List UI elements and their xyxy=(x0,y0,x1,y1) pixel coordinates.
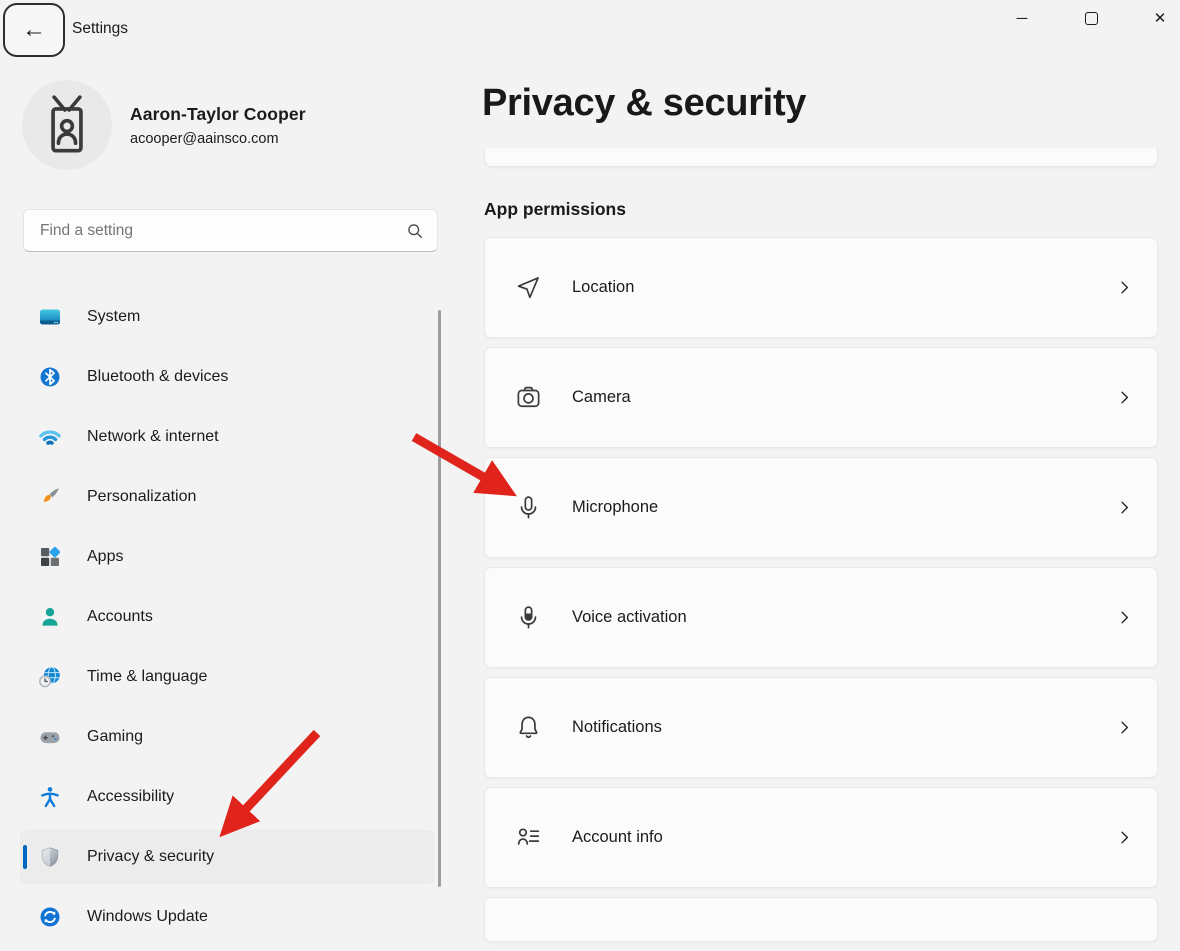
search-icon xyxy=(405,221,425,241)
close-button[interactable]: ✕ xyxy=(1140,0,1180,36)
permission-row-partial[interactable] xyxy=(484,897,1158,942)
avatar xyxy=(22,80,112,170)
clock-globe-icon xyxy=(38,665,62,689)
permission-row-account-info[interactable]: Account info xyxy=(484,787,1158,888)
close-icon: ✕ xyxy=(1154,9,1167,27)
sidebar-item-label: Accounts xyxy=(87,608,153,626)
back-arrow-icon: ← xyxy=(22,16,46,44)
chevron-right-icon xyxy=(1116,829,1133,846)
settings-nav: System Bluetooth & devices Network & int… xyxy=(20,290,435,950)
sidebar-item-system[interactable]: System xyxy=(20,290,435,344)
permission-row-location[interactable]: Location xyxy=(484,237,1158,338)
permission-row-camera[interactable]: Camera xyxy=(484,347,1158,448)
chevron-right-icon xyxy=(1116,279,1133,296)
sidebar-item-apps[interactable]: Apps xyxy=(20,530,435,584)
section-header-app-permissions: App permissions xyxy=(484,199,626,220)
sidebar-item-time-language[interactable]: Time & language xyxy=(20,650,435,704)
sidebar-item-label: Bluetooth & devices xyxy=(87,368,228,386)
sidebar-item-personalization[interactable]: Personalization xyxy=(20,470,435,524)
sidebar-item-bluetooth-devices[interactable]: Bluetooth & devices xyxy=(20,350,435,404)
paintbrush-icon xyxy=(38,485,62,509)
permission-row-microphone[interactable]: Microphone xyxy=(484,457,1158,558)
chevron-right-icon xyxy=(1116,499,1133,516)
permission-label: Account info xyxy=(572,828,663,847)
search-input[interactable] xyxy=(40,222,405,240)
accessibility-icon xyxy=(38,785,62,809)
window-title: Settings xyxy=(72,20,128,38)
chevron-right-icon xyxy=(1116,719,1133,736)
sidebar-item-network-internet[interactable]: Network & internet xyxy=(20,410,435,464)
sidebar-item-gaming[interactable]: Gaming xyxy=(20,710,435,764)
id-badge-icon xyxy=(42,95,92,155)
wifi-icon xyxy=(38,425,62,449)
sidebar-item-label: Network & internet xyxy=(87,428,219,446)
sidebar-scrollbar[interactable] xyxy=(438,310,441,887)
apps-icon xyxy=(38,545,62,569)
bell-icon xyxy=(515,714,542,741)
app-permissions-list: Location Camera xyxy=(484,237,1158,951)
voice-activation-icon xyxy=(515,604,542,631)
sidebar-item-label: Time & language xyxy=(87,668,207,686)
shield-icon xyxy=(38,845,62,869)
microphone-icon xyxy=(515,494,542,521)
camera-icon xyxy=(515,384,542,411)
sidebar-item-label: Windows Update xyxy=(87,908,208,926)
search-box[interactable] xyxy=(23,209,438,252)
permission-label: Location xyxy=(572,278,634,297)
person-icon xyxy=(38,605,62,629)
maximize-icon xyxy=(1085,12,1098,25)
permission-label: Voice activation xyxy=(572,608,687,627)
permission-row-voice-activation[interactable]: Voice activation xyxy=(484,567,1158,668)
user-email: acooper@aainsco.com xyxy=(130,131,306,147)
maximize-button[interactable] xyxy=(1071,0,1111,36)
system-icon xyxy=(38,305,62,329)
gamepad-icon xyxy=(38,725,62,749)
minimize-button[interactable]: ─ xyxy=(1002,0,1042,36)
windows-update-icon xyxy=(38,905,62,929)
location-icon xyxy=(515,274,542,301)
sidebar-item-accessibility[interactable]: Accessibility xyxy=(20,770,435,824)
permission-label: Microphone xyxy=(572,498,658,517)
minimize-icon: ─ xyxy=(1017,10,1028,27)
back-button[interactable]: ← xyxy=(3,3,65,57)
page-title: Privacy & security xyxy=(482,82,806,125)
sidebar-item-privacy-security[interactable]: Privacy & security xyxy=(20,830,435,884)
sidebar-item-label: Gaming xyxy=(87,728,143,746)
chevron-right-icon xyxy=(1116,389,1133,406)
sidebar-item-label: System xyxy=(87,308,140,326)
scrolled-card-partial[interactable] xyxy=(484,148,1158,167)
chevron-right-icon xyxy=(1116,609,1133,626)
sidebar-item-windows-update[interactable]: Windows Update xyxy=(20,890,435,944)
permission-label: Camera xyxy=(572,388,631,407)
bluetooth-icon xyxy=(38,365,62,389)
account-info-icon xyxy=(515,824,542,851)
permission-row-notifications[interactable]: Notifications xyxy=(484,677,1158,778)
sidebar-item-label: Personalization xyxy=(87,488,196,506)
user-account[interactable]: Aaron-Taylor Cooper acooper@aainsco.com xyxy=(22,80,306,170)
sidebar-item-accounts[interactable]: Accounts xyxy=(20,590,435,644)
permission-label: Notifications xyxy=(572,718,662,737)
sidebar-item-label: Privacy & security xyxy=(87,848,214,866)
window-controls: ─ ✕ xyxy=(1002,0,1180,36)
sidebar-item-label: Accessibility xyxy=(87,788,174,806)
user-name: Aaron-Taylor Cooper xyxy=(130,104,306,125)
sidebar-item-label: Apps xyxy=(87,548,123,566)
